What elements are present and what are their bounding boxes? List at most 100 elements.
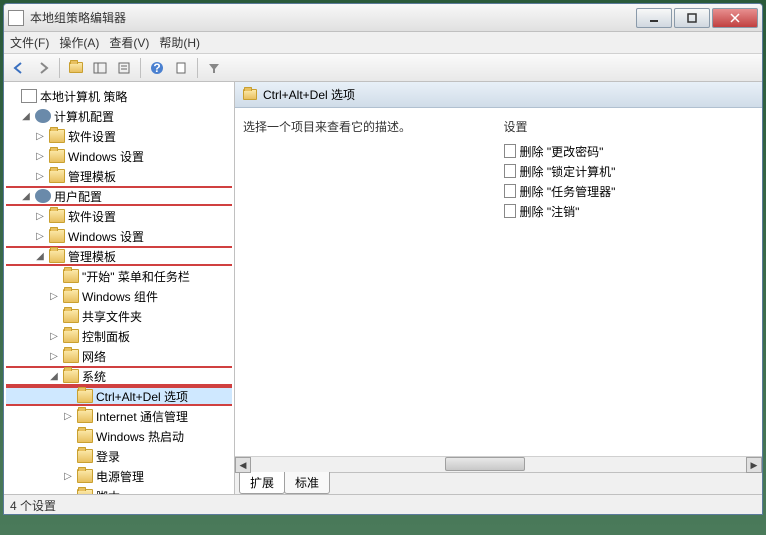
back-button[interactable] [8, 57, 30, 79]
tab-standard[interactable]: 标准 [284, 472, 330, 494]
help-button[interactable]: ? [146, 57, 168, 79]
tree-item[interactable]: ▷网络 [6, 346, 232, 366]
policy-icon [504, 164, 516, 178]
folder-icon [77, 429, 93, 443]
tree-label: 管理模板 [68, 248, 116, 265]
tree-item[interactable]: ▷Windows 设置 [6, 226, 232, 246]
filter-button[interactable] [203, 57, 225, 79]
setting-item[interactable]: 删除 "注销" [504, 201, 755, 221]
tree-item[interactable]: 脚本 [6, 486, 232, 494]
details-pane: Ctrl+Alt+Del 选项 选择一个项目来查看它的描述。 设置 删除 "更改… [235, 82, 762, 494]
tree-item[interactable]: ▷ Internet 通信管理 [6, 406, 232, 426]
folder-icon [49, 129, 65, 143]
tree-item[interactable]: Windows 热启动 [6, 426, 232, 446]
expand-icon[interactable]: ▷ [34, 211, 46, 222]
tree-item[interactable]: ▷ Windows 设置 [6, 146, 232, 166]
tree-label: Windows 组件 [82, 288, 158, 305]
tree-item[interactable]: ▷控制面板 [6, 326, 232, 346]
up-button[interactable] [65, 57, 87, 79]
tab-extended[interactable]: 扩展 [239, 472, 285, 494]
setting-item[interactable]: 删除 "任务管理器" [504, 181, 755, 201]
expand-icon[interactable]: ▷ [48, 351, 60, 362]
tree-pane[interactable]: 本地计算机 策略 ◢计算机配置 ▷软件设置 ▷Windows 设置 ▷管理模板 … [4, 82, 235, 494]
tree-label: 系统 [82, 368, 106, 385]
horizontal-scrollbar[interactable]: ◀ ▶ [235, 456, 762, 472]
expand-icon[interactable]: ▷ [34, 131, 46, 142]
expand-icon[interactable]: ▷ [62, 411, 74, 422]
tree-label: 计算机配置 [54, 108, 114, 125]
tree-root[interactable]: 本地计算机 策略 [6, 86, 232, 106]
expand-icon[interactable]: ▷ [34, 231, 46, 242]
details-body: 选择一个项目来查看它的描述。 设置 删除 "更改密码" 删除 "锁定计算机" 删… [235, 108, 762, 456]
maximize-button[interactable] [674, 8, 710, 28]
expand-icon[interactable]: ▷ [48, 291, 60, 302]
menu-file[interactable]: 文件(F) [10, 34, 49, 51]
tree-item[interactable]: ▷ Windows 组件 [6, 286, 232, 306]
tree-label: Windows 设置 [68, 148, 144, 165]
svg-text:?: ? [153, 61, 160, 75]
folder-icon [63, 329, 79, 343]
status-text: 4 个设置 [10, 499, 56, 513]
folder-icon [63, 269, 79, 283]
collapse-icon[interactable]: ◢ [48, 371, 60, 382]
tree-item[interactable]: ▷ 电源管理 [6, 466, 232, 486]
scroll-thumb[interactable] [445, 457, 525, 471]
folder-icon [77, 449, 93, 463]
tree-label: Internet 通信管理 [96, 408, 188, 425]
tree-system[interactable]: ◢ 系统 [6, 366, 232, 386]
setting-item[interactable]: 删除 "更改密码" [504, 141, 755, 161]
tree-item[interactable]: "开始" 菜单和任务栏 [6, 266, 232, 286]
tree-label: "开始" 菜单和任务栏 [82, 268, 190, 285]
toolbar-separator [59, 58, 60, 78]
details-title: Ctrl+Alt+Del 选项 [263, 86, 355, 103]
show-hide-tree-button[interactable] [89, 57, 111, 79]
tree-item[interactable]: 共享文件夹 [6, 306, 232, 326]
scroll-right-button[interactable]: ▶ [746, 457, 762, 473]
scroll-left-button[interactable]: ◀ [235, 457, 251, 473]
tree-label: 共享文件夹 [82, 308, 142, 325]
policy-icon [504, 184, 516, 198]
toolbar: ? [4, 54, 762, 82]
tree-item[interactable]: ▷ 软件设置 [6, 126, 232, 146]
folder-icon [49, 249, 65, 263]
menu-help[interactable]: 帮助(H) [159, 34, 200, 51]
tree-ctrl-alt-del[interactable]: Ctrl+Alt+Del 选项 [6, 386, 232, 406]
tree-user-config[interactable]: ◢ 用户配置 [6, 186, 232, 206]
minimize-button[interactable] [636, 8, 672, 28]
collapse-icon[interactable]: ◢ [34, 251, 46, 262]
expand-icon[interactable]: ▷ [34, 151, 46, 162]
tree-label: 登录 [96, 448, 120, 465]
refresh-button[interactable] [170, 57, 192, 79]
tree-item[interactable]: ▷ 管理模板 [6, 166, 232, 186]
folder-icon [77, 489, 93, 494]
close-button[interactable] [712, 8, 758, 28]
properties-button[interactable] [113, 57, 135, 79]
tree-item[interactable]: 登录 [6, 446, 232, 466]
forward-button[interactable] [32, 57, 54, 79]
tree-computer-config[interactable]: ◢ 计算机配置 [6, 106, 232, 126]
details-header: Ctrl+Alt+Del 选项 [235, 82, 762, 108]
expand-icon[interactable]: ▷ [48, 331, 60, 342]
menubar: 文件(F) 操作(A) 查看(V) 帮助(H) [4, 32, 762, 54]
toolbar-separator [140, 58, 141, 78]
tree-label: 管理模板 [68, 168, 116, 185]
menu-action[interactable]: 操作(A) [59, 34, 99, 51]
tree-label: 电源管理 [96, 468, 144, 485]
collapse-icon[interactable]: ◢ [20, 111, 32, 122]
titlebar: 本地组策略编辑器 [4, 4, 762, 32]
expand-icon[interactable]: ▷ [34, 171, 46, 182]
folder-icon [63, 309, 79, 323]
menu-view[interactable]: 查看(V) [109, 34, 149, 51]
tree-item[interactable]: ▷软件设置 [6, 206, 232, 226]
user-icon [35, 189, 51, 203]
tree-label: Ctrl+Alt+Del 选项 [96, 388, 188, 405]
tree-label: 脚本 [96, 488, 120, 495]
setting-label: 删除 "任务管理器" [520, 183, 616, 200]
folder-icon [49, 229, 65, 243]
expand-icon[interactable]: ▷ [62, 471, 74, 482]
tree-label: 用户配置 [54, 188, 102, 205]
setting-item[interactable]: 删除 "锁定计算机" [504, 161, 755, 181]
collapse-icon[interactable]: ◢ [20, 191, 32, 202]
tree-admin-templates[interactable]: ◢ 管理模板 [6, 246, 232, 266]
tree-label: 软件设置 [68, 128, 116, 145]
